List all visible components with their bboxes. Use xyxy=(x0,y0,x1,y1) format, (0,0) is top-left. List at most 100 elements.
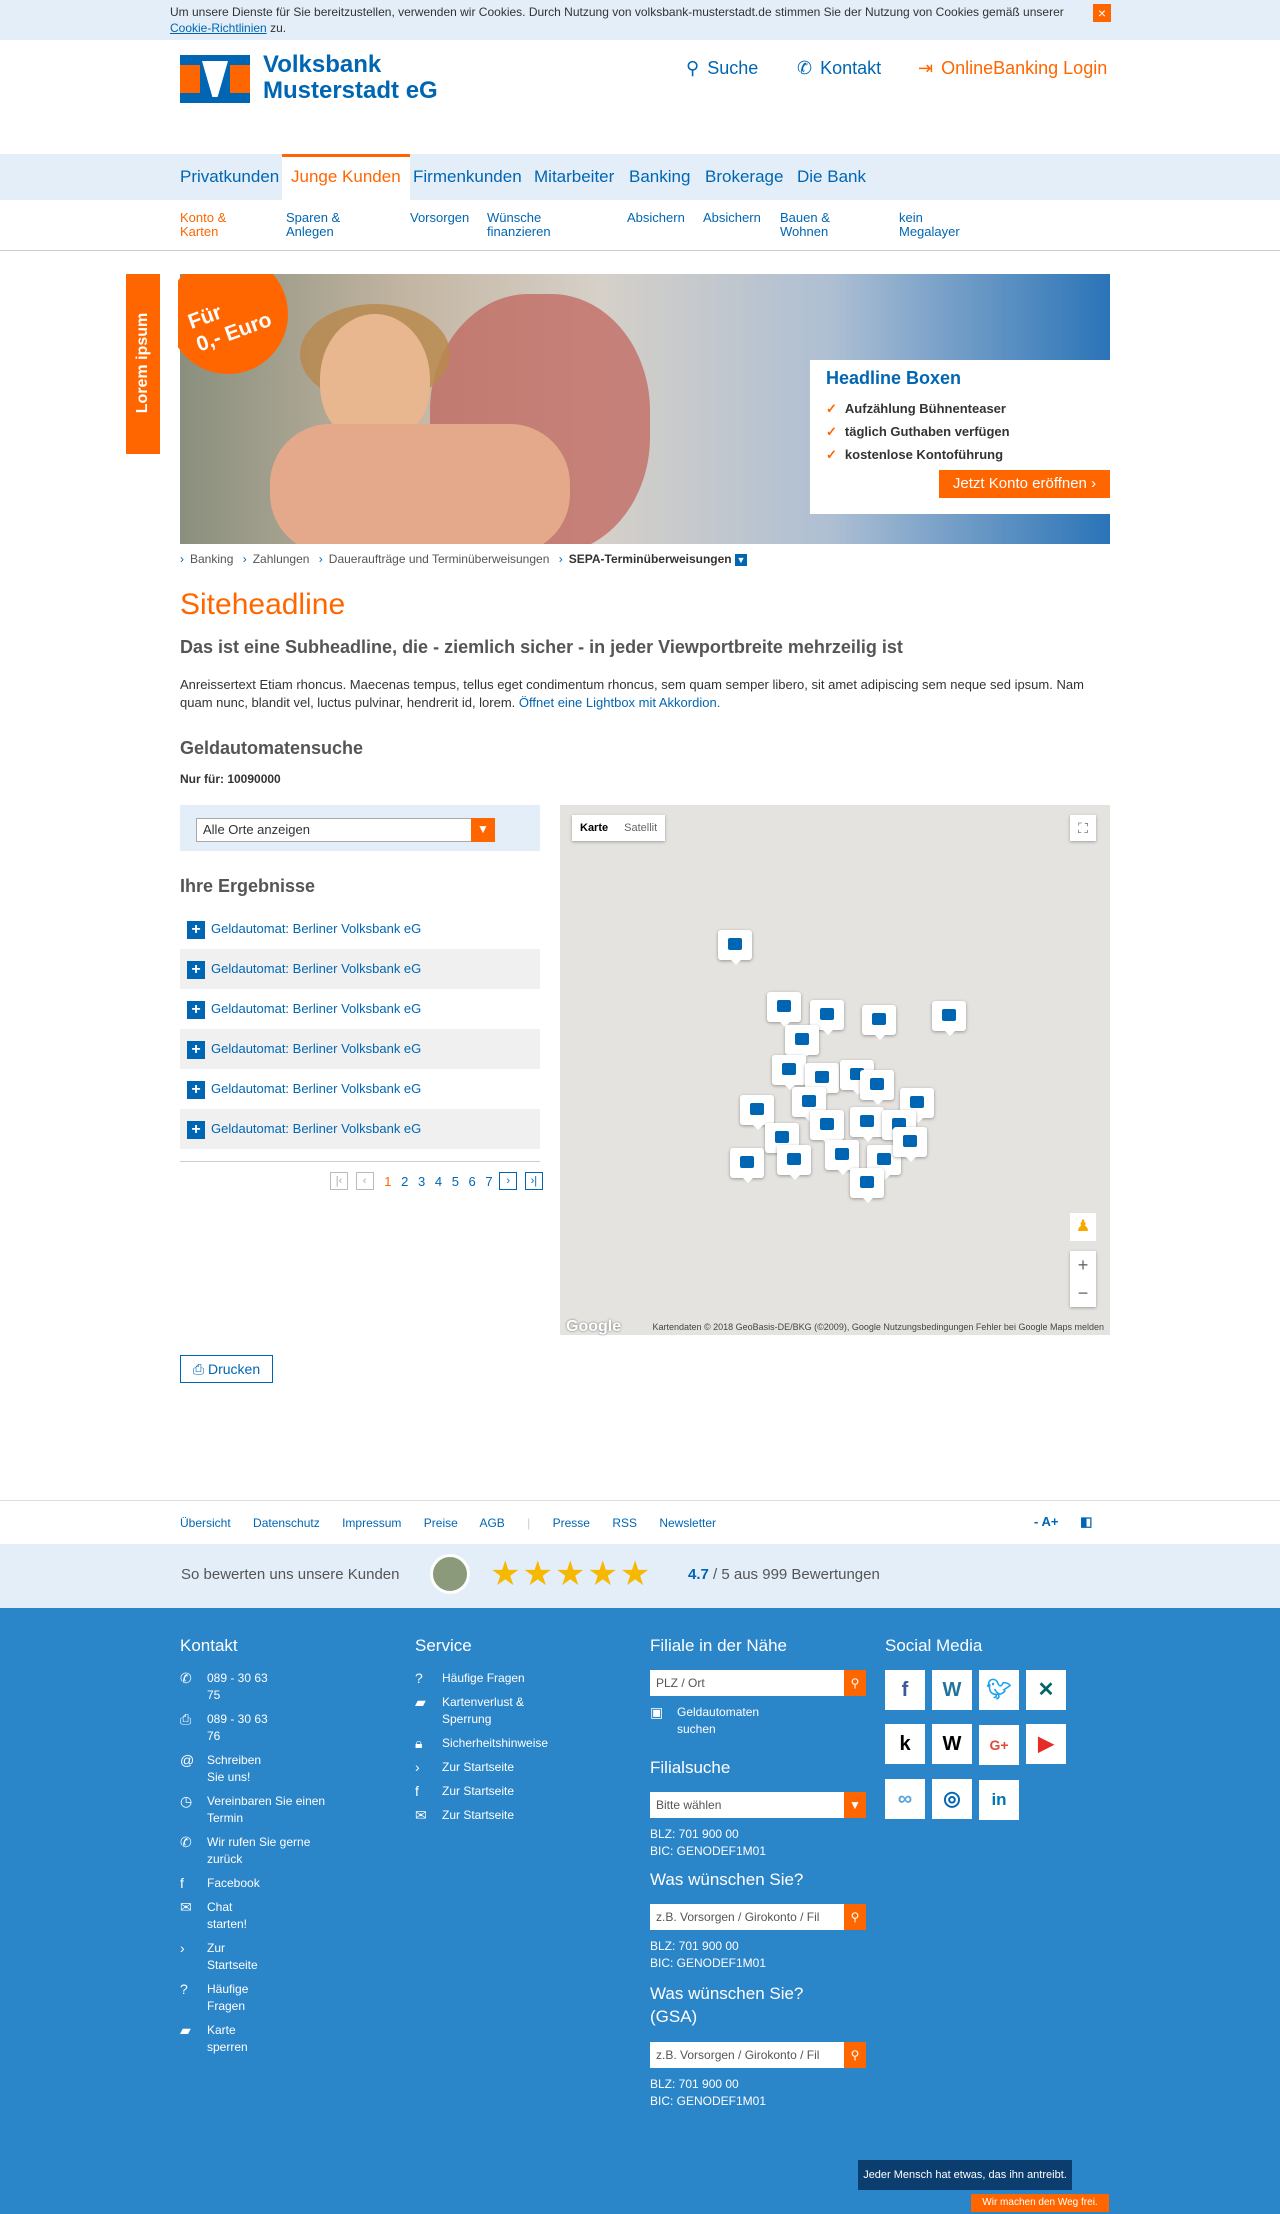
search-icon[interactable]: ⚲ xyxy=(844,1670,866,1696)
breadcrumb-banking[interactable]: Banking xyxy=(190,552,233,566)
facebook-link[interactable]: f Facebook xyxy=(180,1875,330,1892)
home-link[interactable]: ✉ Zur Startseite xyxy=(415,1807,525,1824)
zoom-out-button[interactable]: − xyxy=(1070,1279,1096,1307)
online-banking-login[interactable]: ⇥ OnlineBanking Login xyxy=(918,58,1107,79)
contact-link[interactable]: ✆ Kontakt xyxy=(797,58,881,79)
nav-privatkunden[interactable]: Privatkunden xyxy=(171,154,288,200)
youtube-icon[interactable]: ▶ xyxy=(1026,1724,1066,1764)
chevron-down-icon[interactable]: ▼ xyxy=(734,553,747,566)
print-button[interactable]: ⎙ Drucken xyxy=(180,1355,273,1383)
atm-marker[interactable] xyxy=(767,992,801,1027)
atm-marker[interactable] xyxy=(850,1168,884,1203)
result-item[interactable]: + Geldautomat: Berliner Volksbank eG xyxy=(180,909,540,949)
nav-junge-kunden[interactable]: Junge Kunden xyxy=(282,154,410,200)
last-page-button[interactable]: ›| xyxy=(524,1172,543,1190)
nav-mitarbeiter[interactable]: Mitarbeiter xyxy=(525,154,623,200)
atm-marker[interactable] xyxy=(740,1095,774,1130)
search-icon[interactable]: ⚲ xyxy=(844,1904,866,1930)
faq-link[interactable]: ? Häufige Fragen xyxy=(180,1981,270,2015)
atm-marker[interactable] xyxy=(730,1148,764,1183)
search-icon[interactable]: ⚲ xyxy=(844,2042,866,2068)
twitter-icon[interactable]: 🐦︎ xyxy=(979,1670,1019,1710)
linkedin-icon[interactable]: in xyxy=(979,1780,1019,1820)
result-item[interactable]: + Geldautomat: Berliner Volksbank eG xyxy=(180,1029,540,1069)
result-item[interactable]: + Geldautomat: Berliner Volksbank eG xyxy=(180,989,540,1029)
subnav-vorsorgen[interactable]: Vorsorgen xyxy=(410,211,469,225)
atm-marker[interactable] xyxy=(777,1145,811,1180)
atm-marker[interactable] xyxy=(862,1005,896,1040)
zoom-in-button[interactable]: + xyxy=(1070,1251,1096,1279)
next-page-button[interactable]: › xyxy=(499,1172,518,1190)
footer-link[interactable]: AGB xyxy=(479,1516,504,1530)
prev-page-button[interactable]: ‹ xyxy=(355,1172,374,1190)
rating-seal-icon[interactable] xyxy=(430,1554,470,1594)
subnav-kein-megalayer[interactable]: kein Megalayer xyxy=(899,211,960,239)
atm-marker[interactable] xyxy=(850,1107,884,1142)
map-tab-satellit[interactable]: Satellit xyxy=(616,815,665,841)
footer-link[interactable]: RSS xyxy=(612,1516,637,1530)
result-item[interactable]: + Geldautomat: Berliner Volksbank eG xyxy=(180,949,540,989)
result-item[interactable]: + Geldautomat: Berliner Volksbank eG xyxy=(180,1109,540,1149)
map-tab-karte[interactable]: Karte xyxy=(572,815,616,841)
page-number[interactable]: 4 xyxy=(435,1174,442,1189)
page-number[interactable]: 6 xyxy=(469,1174,476,1189)
bank-logo[interactable] xyxy=(180,55,250,103)
atm-marker[interactable] xyxy=(932,1001,966,1036)
footer-link[interactable]: Datenschutz xyxy=(253,1516,320,1530)
nav-banking[interactable]: Banking xyxy=(620,154,699,200)
subnav-sparen-anlegen[interactable]: Sparen & Anlegen xyxy=(286,211,340,239)
breadcrumb-zahlungen[interactable]: Zahlungen xyxy=(253,552,310,566)
lightbox-link[interactable]: Öffnet eine Lightbox mit Akkordion. xyxy=(519,695,720,710)
atm-search-link[interactable]: ▣ Geldautomaten suchen xyxy=(650,1704,790,1738)
appointment-link[interactable]: ◷ Vereinbaren Sie einen Termin xyxy=(180,1793,330,1827)
chat-link[interactable]: ✉ Chat starten! xyxy=(180,1899,270,1933)
subnav-bauen-wohnen[interactable]: Bauen & Wohnen xyxy=(780,211,830,239)
page-number[interactable]: 7 xyxy=(485,1174,492,1189)
write-link[interactable]: @ Schreiben Sie uns! xyxy=(180,1752,280,1786)
home-link[interactable]: f Zur Startseite xyxy=(415,1783,525,1800)
card-loss-link[interactable]: ▰ Kartenverlust & Sperrung xyxy=(415,1694,545,1728)
subnav-absichern-1[interactable]: Absichern xyxy=(627,211,685,225)
atm-marker[interactable] xyxy=(810,1110,844,1145)
pegman-icon[interactable]: ♟ xyxy=(1070,1213,1096,1241)
result-item[interactable]: + Geldautomat: Berliner Volksbank eG xyxy=(180,1069,540,1109)
google-plus-icon[interactable]: G+ xyxy=(979,1725,1019,1765)
footer-link[interactable]: Newsletter xyxy=(659,1516,716,1530)
contrast-icon[interactable]: ◧ xyxy=(1080,1514,1092,1529)
callback-link[interactable]: ✆ Wir rufen Sie gerne zurück xyxy=(180,1834,330,1868)
atm-marker[interactable] xyxy=(718,930,752,965)
fax-link[interactable]: ⎙ 089 - 30 63 76 xyxy=(180,1711,280,1745)
plz-input[interactable]: PLZ / Ort ⚲ xyxy=(650,1670,866,1696)
facebook-icon[interactable]: f xyxy=(885,1670,925,1710)
home-link[interactable]: › Zur Startseite xyxy=(415,1759,525,1776)
atm-marker[interactable] xyxy=(860,1070,894,1105)
footer-link[interactable]: Presse xyxy=(553,1516,590,1530)
location-select[interactable]: Alle Orte anzeigen ▼ xyxy=(196,818,495,842)
subnav-konto-karten[interactable]: Konto & Karten xyxy=(180,211,226,239)
subnav-absichern-2[interactable]: Absichern xyxy=(703,211,761,225)
kununu-icon[interactable]: k xyxy=(885,1724,925,1764)
page-number[interactable]: 2 xyxy=(401,1174,408,1189)
first-page-button[interactable]: |‹ xyxy=(330,1172,348,1190)
instagram-icon[interactable]: ◎ xyxy=(932,1779,972,1819)
subnav-wuensche-finanzieren[interactable]: Wünsche finanzieren xyxy=(487,211,551,239)
font-size-control[interactable]: - A+ ◧ xyxy=(1034,1514,1092,1530)
block-card-link[interactable]: ▰ Karte sperren xyxy=(180,2022,270,2056)
breadcrumb-dauerauftraege[interactable]: Daueraufträge und Terminüberweisungen xyxy=(329,552,550,566)
nav-firmenkunden[interactable]: Firmenkunden xyxy=(404,154,531,200)
side-tab[interactable]: Lorem ipsum xyxy=(126,274,160,454)
wordpress-icon[interactable]: W xyxy=(932,1670,972,1710)
wikipedia-icon[interactable]: W xyxy=(932,1724,972,1764)
atm-marker[interactable] xyxy=(785,1025,819,1060)
atm-marker[interactable] xyxy=(825,1140,859,1175)
faq-link[interactable]: ? Häufige Fragen xyxy=(415,1670,525,1687)
footer-link[interactable]: Impressum xyxy=(342,1516,401,1530)
cookie-close-button[interactable]: × xyxy=(1093,4,1111,22)
atm-marker[interactable] xyxy=(772,1055,806,1090)
brand-name[interactable]: Volksbank Musterstadt eG xyxy=(263,52,438,104)
nav-die-bank[interactable]: Die Bank xyxy=(788,154,875,200)
nav-brokerage[interactable]: Brokerage xyxy=(696,154,792,200)
open-account-button[interactable]: Jetzt Konto eröffnen › xyxy=(939,470,1110,498)
fullscreen-icon[interactable]: ⛶ xyxy=(1070,815,1096,841)
footer-link[interactable]: Preise xyxy=(424,1516,458,1530)
